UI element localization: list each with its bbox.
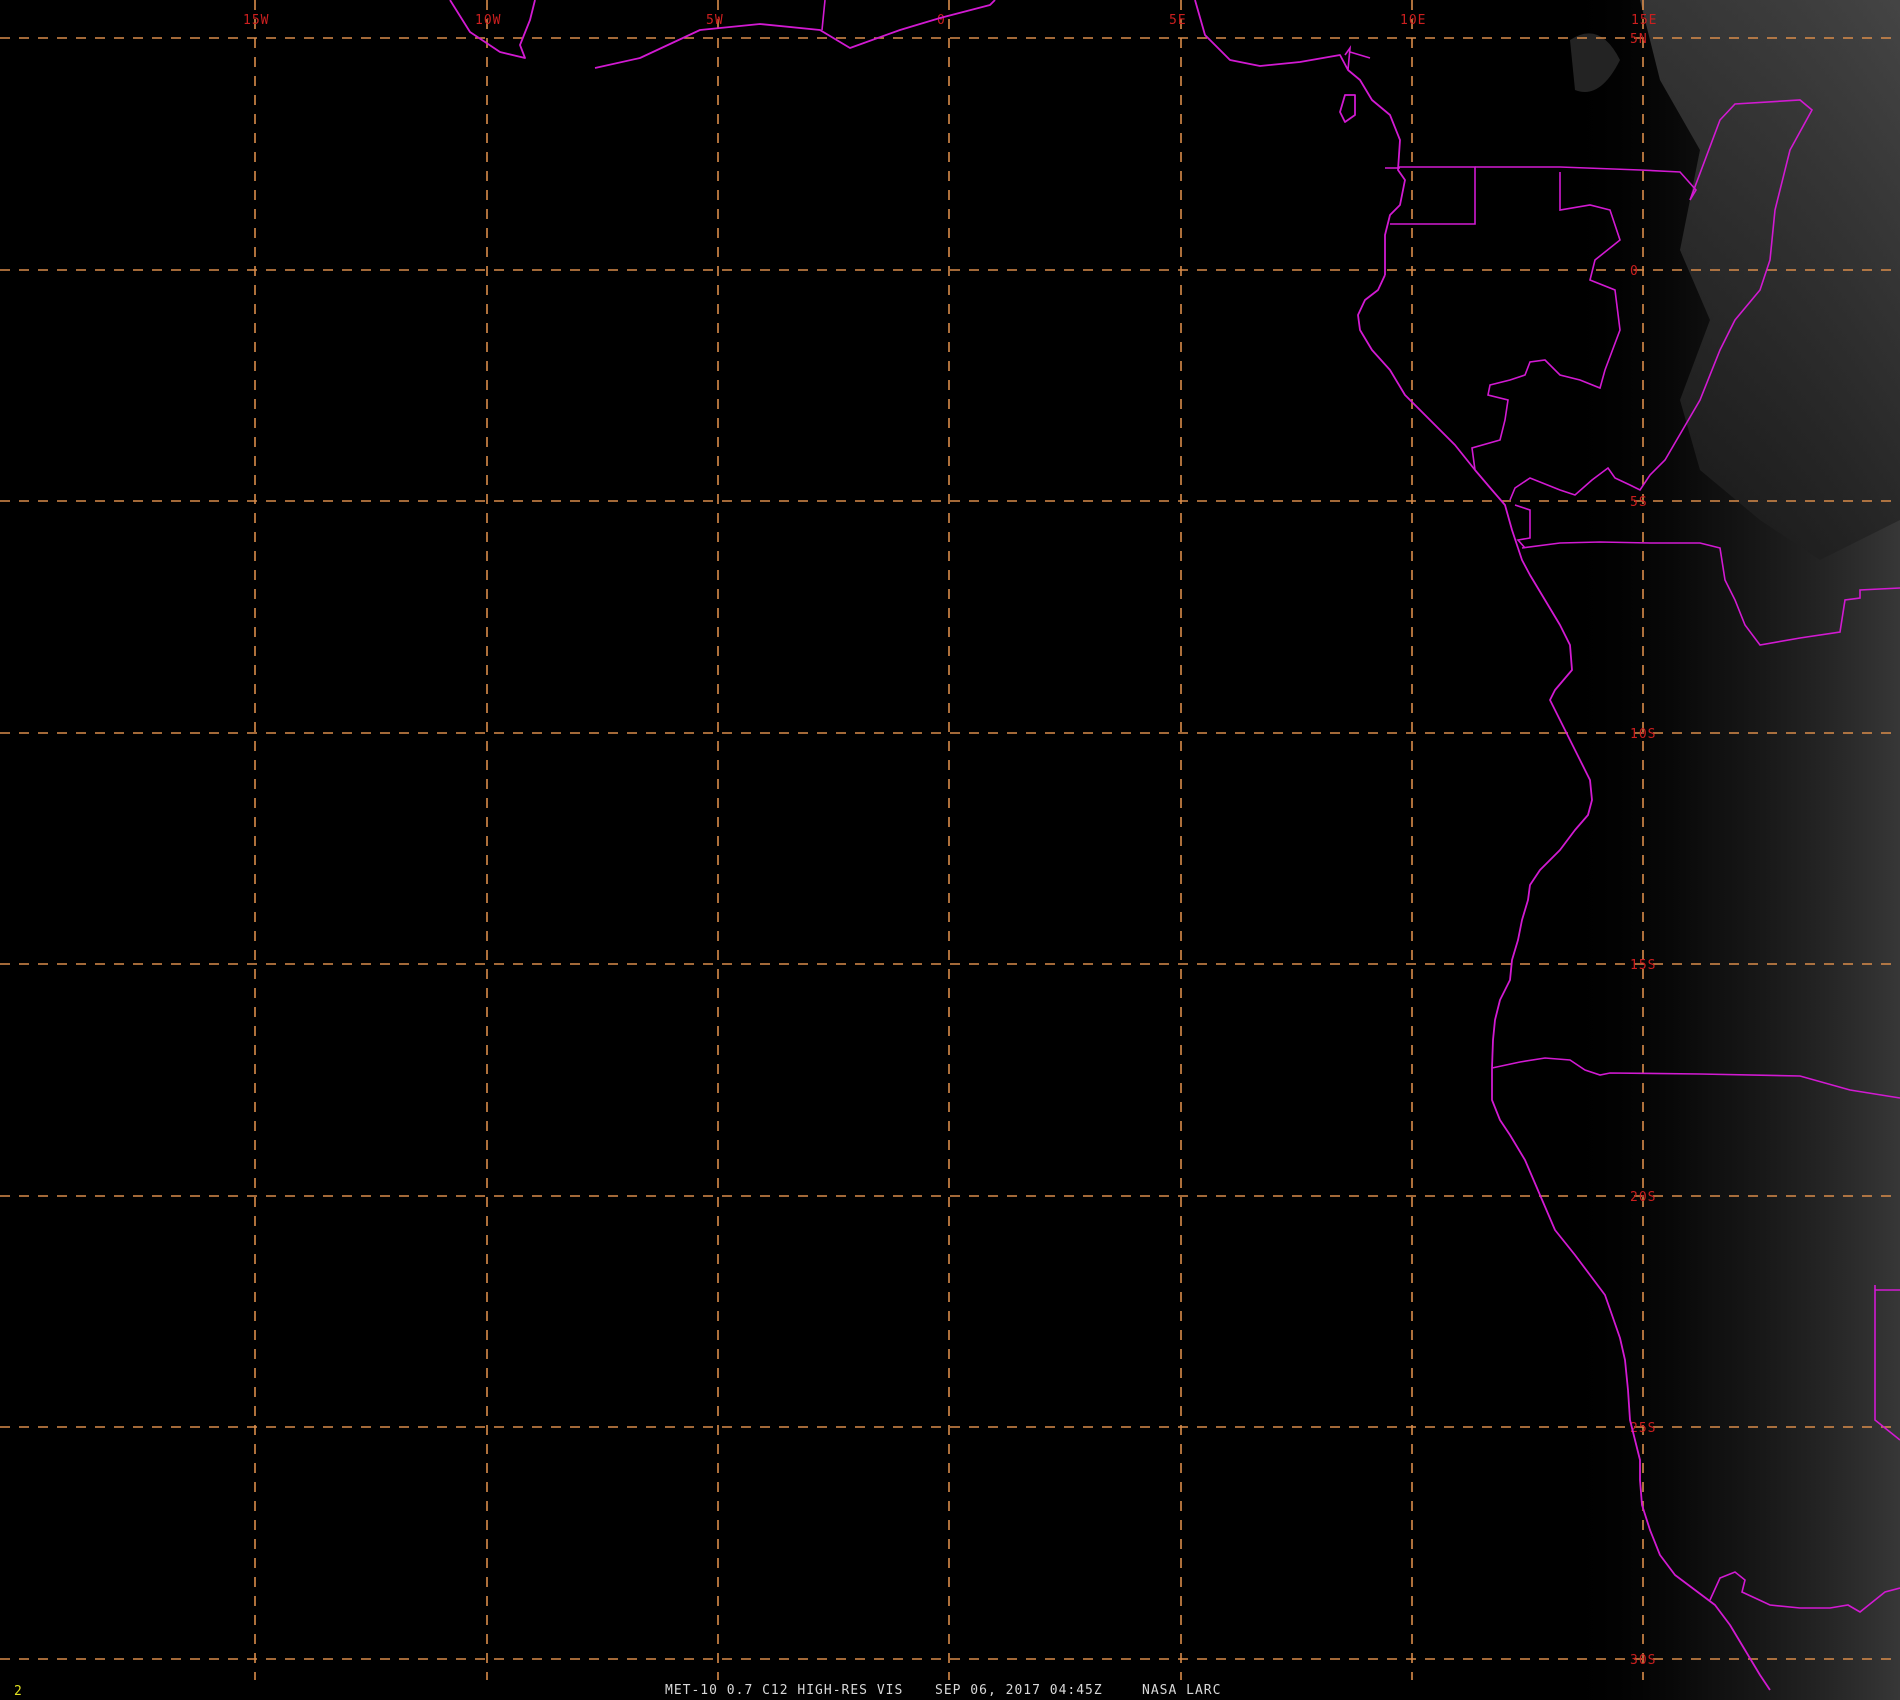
latitude-label: 5N: [1630, 32, 1648, 47]
longitude-label: 10W: [475, 13, 501, 28]
border-ghana-togo: [821, 0, 826, 31]
latitude-label: 30S: [1630, 1653, 1656, 1668]
latitude-label: 20S: [1630, 1190, 1656, 1205]
imagery-layer: [1560, 0, 1900, 1700]
longitude-label: 15E: [1631, 13, 1657, 28]
longitude-label: 15W: [243, 13, 269, 28]
latitude-label: 10S: [1630, 727, 1656, 742]
frame-number: 2: [14, 1684, 22, 1699]
latitude-label: 15S: [1630, 958, 1656, 973]
longitude-label: 5W: [706, 13, 724, 28]
satellite-map: 15W 10W 5W 0 5E 10E 15E5N05S10S15S20S25S30S 2 …: [0, 0, 1900, 1700]
bioko-island: [1339, 94, 1356, 123]
longitude-label: 0: [937, 13, 946, 28]
longitude-label: 10E: [1400, 13, 1426, 28]
datetime-label: SEP 06, 2017 04:45Z: [935, 1683, 1103, 1698]
graticule-labels: 15W 10W 5W 0 5E 10E 15E5N05S10S15S20S25S30S: [243, 13, 1657, 1668]
border-nigeria-cameroon: [1344, 45, 1371, 71]
source-label: NASA LARC: [1142, 1683, 1221, 1698]
status-bar: 2 MET-10 0.7 C12 HIGH-RES VIS SEP 06, 20…: [14, 1683, 1221, 1699]
coastline-gabon-congo: [1357, 274, 1519, 549]
latitude-label: 5S: [1630, 495, 1648, 510]
border-drc-cabinda: [1514, 504, 1531, 549]
coastline-gulf-of-guinea: [594, 0, 996, 69]
longitude-label: 5E: [1169, 13, 1187, 28]
product-label: MET-10 0.7 C12 HIGH-RES VIS: [665, 1683, 903, 1698]
latitude-label: 0: [1630, 264, 1639, 279]
coastline-nigeria-cameroon: [1194, 0, 1406, 275]
coastline-west-africa: [449, 0, 536, 59]
